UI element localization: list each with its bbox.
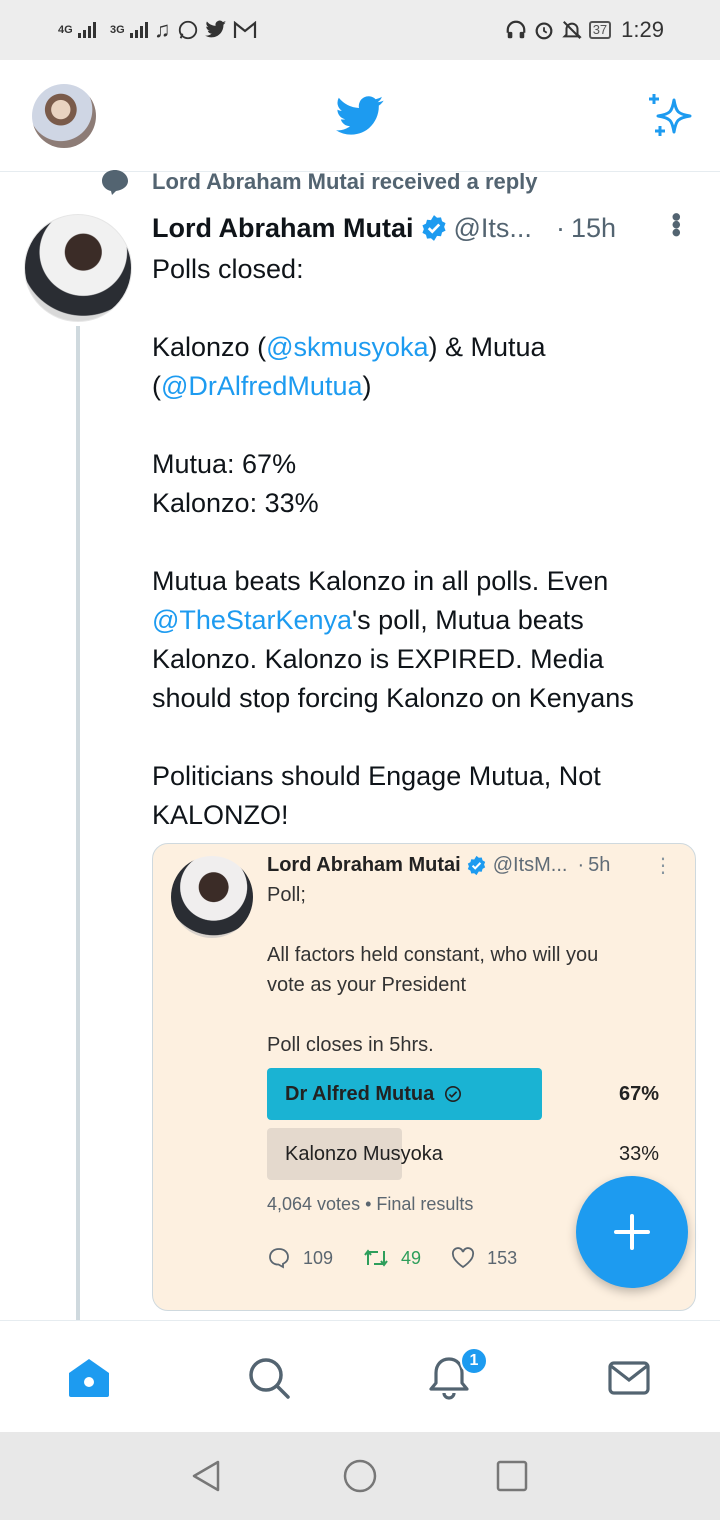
poll-option-2: Kalonzo Musyoka 33% [267,1128,659,1180]
tweet-line: Mutua beats Kalonzo in all polls. Even [152,566,609,596]
tweet-author-handle[interactable]: @Its... [454,213,532,244]
poll-option-1: Dr Alfred Mutua 67% [267,1068,659,1120]
next-quoted-tweet-peek [267,1296,667,1310]
poll-option-label: Kalonzo Musyoka [285,1128,443,1180]
tweet-blank [152,718,700,757]
poll-option-text: Kalonzo Musyoka [285,1143,443,1165]
system-navigation-bar [0,1432,720,1520]
headphones-icon [506,20,526,39]
twitter-icon [204,20,226,38]
reply-icon [269,1248,289,1269]
verified-icon [421,215,446,241]
quoted-tweet-text: Poll; All factors held constant, who wil… [267,884,599,1056]
status-left: 4G 3G ♫ [58,19,257,41]
reply-bubble-icon [102,170,128,195]
status-bar: 4G 3G ♫ 37 1:29 [0,0,720,60]
poll-option-percent: 33% [618,1143,659,1165]
tweet-header: Lord Abraham Mutai @Its... · 15h ••• [152,208,692,248]
reply-action: 109 [267,1246,333,1270]
thread-line [76,326,80,1322]
tweet-line: Kalonzo (@skmusyoka) & Mutua [152,328,700,367]
separator-dot: · [555,212,565,243]
recent-apps-icon[interactable] [494,1458,530,1494]
mention-dralfredmutua[interactable]: @DrAlfredMutua [161,371,362,401]
notifications-badge: 1 [460,1347,488,1375]
separator-dot: · [577,853,585,876]
retweet-icon [364,1249,388,1267]
quoted-author-name: Lord Abraham Mutai [267,853,461,876]
status-right: 37 1:29 [505,17,664,43]
messages-icon[interactable] [606,1355,652,1401]
poll-option-label: Dr Alfred Mutua [285,1068,462,1120]
reply-count: 109 [303,1247,334,1268]
quoted-timestamp: 5h [588,853,611,876]
quoted-author-avatar [171,856,253,938]
tweet-line: KALONZO! [152,800,289,830]
tweet-line: Kalonzo. Kalonzo is EXPIRED. Media [152,644,604,674]
plus-icon [614,1214,650,1250]
social-context: Lord Abraham Mutai received a reply [100,168,538,196]
network-type-1: 4G [58,24,73,36]
poll-option-text: Dr Alfred Mutua [285,1083,435,1105]
tweet-line: Polls closed: [152,254,304,284]
tweet-blank [152,406,700,445]
text-segment: ) & Mutua [428,332,546,362]
check-circle-icon [445,1085,462,1103]
signal-icon [78,22,96,38]
text-segment: ) [362,371,372,401]
battery-icon: 37 [588,21,612,39]
tweet-line: should stop forcing Kalonzo on Kenyans [152,683,634,713]
more-options-icon[interactable]: ••• [660,212,692,235]
music-icon: ♫ [154,17,171,42]
profile-avatar[interactable] [32,84,96,148]
quoted-author-handle: @ItsM... [492,853,568,876]
text-segment: 's poll, Mutua beats [352,605,584,635]
twitter-bird-icon[interactable] [336,96,384,136]
alarm-icon [535,22,553,40]
context-text: Lord Abraham Mutai received a reply [152,169,538,194]
search-icon[interactable] [246,1355,292,1401]
retweet-count: 49 [401,1247,422,1268]
gmail-icon [233,21,256,38]
like-action: 153 [451,1247,517,1269]
heart-icon [452,1247,475,1269]
whatsapp-icon [178,20,197,40]
compose-tweet-button[interactable] [576,1176,688,1288]
retweet-action: 49 [363,1247,421,1269]
tweet-text: Polls closed: Kalonzo (@skmusyoka) & Mut… [152,250,700,835]
bottom-navigation: 1 [0,1320,720,1432]
tweet-line: Politicians should Engage Mutua, Not [152,761,601,791]
tweet-line: @TheStarKenya's poll, Mutua beats [152,601,700,640]
tweet-timestamp[interactable]: 15h [571,213,616,244]
tweet-blank [152,523,700,562]
sparkle-icon[interactable] [646,90,696,140]
network-type-2: 3G [110,24,125,36]
text-segment: ( [152,371,161,401]
quoted-tweet-header: Lord Abraham Mutai @ItsM... · 5h ⋮ [267,850,687,880]
poll-meta: 4,064 votes • Final results [267,1194,474,1214]
mention-skmusyoka[interactable]: @skmusyoka [266,332,428,362]
tweet-author-name[interactable]: Lord Abraham Mutai [152,213,414,244]
text-segment: Kalonzo ( [152,332,267,362]
clock: 1:29 [621,17,664,42]
like-count: 153 [487,1247,518,1268]
tweet-blank [152,289,700,328]
app-header [0,60,720,172]
back-icon[interactable] [188,1458,224,1494]
mention-thestarkenya[interactable]: @TheStarKenya [152,605,352,635]
tweet-line: Kalonzo: 33% [152,488,319,518]
tweet-line: (@DrAlfredMutua) [152,367,700,406]
home-icon[interactable] [66,1355,112,1401]
signal-icon [130,22,148,38]
tweet-author-avatar[interactable] [24,214,132,322]
home-circle-icon[interactable] [342,1458,378,1494]
mute-icon [561,21,582,39]
more-options-icon: ⋮ [653,854,673,877]
verified-icon [467,855,485,875]
poll-option-percent: 67% [618,1083,659,1105]
tweet-line: Mutua: 67% [152,449,297,479]
